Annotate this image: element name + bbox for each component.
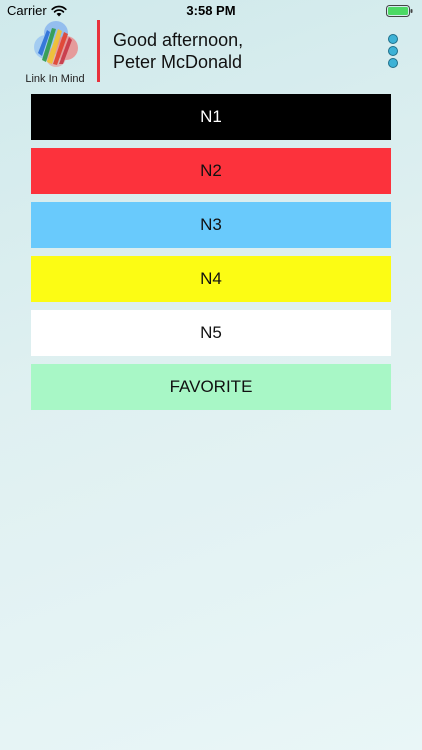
more-vertical-icon: [388, 46, 398, 56]
user-name: Peter McDonald: [113, 52, 243, 72]
app-logo: Link In Mind: [20, 20, 90, 86]
category-button-n1[interactable]: N1: [31, 94, 391, 140]
category-label: N5: [200, 323, 222, 342]
category-label: N1: [200, 107, 222, 126]
category-button-n3[interactable]: N3: [31, 202, 391, 248]
more-vertical-icon: [388, 34, 398, 44]
category-button-favorite[interactable]: FAVORITE: [31, 364, 391, 410]
category-label: N4: [200, 269, 222, 288]
more-vertical-icon: [388, 58, 398, 68]
greeting-line: Good afternoon,: [113, 30, 244, 50]
category-button-n4[interactable]: N4: [31, 256, 391, 302]
greeting: Good afternoon, Peter McDonald: [113, 29, 243, 73]
app-header: Link In Mind Good afternoon, Peter McDon…: [0, 20, 422, 86]
category-label: N3: [200, 215, 222, 234]
header-divider: [97, 20, 100, 82]
category-label: N2: [200, 161, 222, 180]
logo-text: Link In Mind: [25, 73, 85, 85]
status-bar: Carrier 3:58 PM: [0, 0, 422, 22]
category-label: FAVORITE: [169, 377, 253, 396]
more-menu-button[interactable]: [384, 34, 402, 68]
brain-logo-icon: [34, 21, 78, 67]
category-button-n5[interactable]: N5: [31, 310, 391, 356]
battery-icon: [386, 5, 413, 17]
category-list: N1 N2 N3 N4 N5 FAVORITE: [31, 94, 391, 418]
status-time: 3:58 PM: [186, 3, 236, 18]
category-button-n2[interactable]: N2: [31, 148, 391, 194]
